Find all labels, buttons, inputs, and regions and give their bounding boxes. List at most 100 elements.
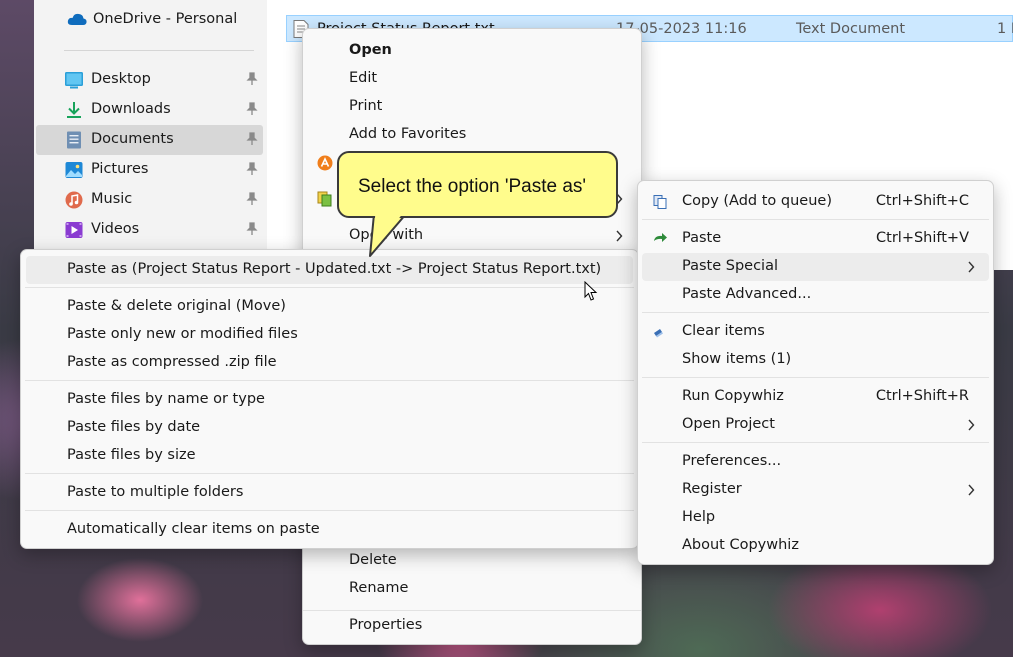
- menu-label: Paste files by size: [67, 447, 196, 463]
- pin-icon[interactable]: [245, 72, 259, 86]
- menu-item-auto-clear[interactable]: Automatically clear items on paste: [26, 516, 633, 544]
- menu-item-paste-zip[interactable]: Paste as compressed .zip file: [26, 349, 633, 377]
- menu-item-paste-special[interactable]: Paste Special: [642, 253, 989, 281]
- menu-label: Open: [349, 42, 392, 58]
- navigation-pane: OneDrive - Personal Desktop Downloads Do…: [34, 0, 267, 270]
- shortcut-label: Ctrl+Shift+V: [876, 230, 969, 246]
- pin-icon[interactable]: [245, 192, 259, 206]
- menu-item-edit[interactable]: Edit: [307, 65, 637, 93]
- nav-label: Desktop: [91, 71, 151, 87]
- nav-item-videos[interactable]: Videos: [36, 215, 263, 245]
- pin-icon[interactable]: [245, 222, 259, 236]
- menu-label: Paste only new or modified files: [67, 326, 298, 342]
- nav-label: OneDrive - Personal: [93, 11, 238, 27]
- menu-item-about[interactable]: About Copywhiz: [642, 532, 989, 560]
- menu-separator: [25, 473, 634, 474]
- menu-label: Preferences...: [682, 453, 782, 469]
- nav-item-documents[interactable]: Documents: [36, 125, 263, 155]
- menu-item-paste[interactable]: Paste Ctrl+Shift+V: [642, 225, 989, 253]
- menu-label: Paste to multiple folders: [67, 484, 244, 500]
- menu-item-show-items[interactable]: Show items (1): [642, 346, 989, 374]
- menu-item-paste-advanced[interactable]: Paste Advanced...: [642, 281, 989, 309]
- chevron-right-icon: [968, 419, 975, 431]
- menu-label: Help: [682, 509, 716, 525]
- menu-item-paste-by-size[interactable]: Paste files by size: [26, 442, 633, 470]
- menu-item-help[interactable]: Help: [642, 504, 989, 532]
- menu-label: Paste as compressed .zip file: [67, 354, 277, 370]
- menu-item-paste-delete-original[interactable]: Paste & delete original (Move): [26, 293, 633, 321]
- copy-icon: [653, 195, 667, 209]
- videos-icon: [65, 222, 83, 238]
- paste-arrow-icon: [654, 233, 667, 242]
- menu-item-run-copywhiz[interactable]: Run Copywhiz Ctrl+Shift+R: [642, 383, 989, 411]
- menu-label: Delete: [349, 552, 397, 568]
- copywhiz-icon: [317, 191, 332, 207]
- menu-label: Show items (1): [682, 351, 792, 367]
- menu-item-add-to-favorites[interactable]: Add to Favorites: [307, 121, 637, 149]
- chevron-right-icon: [968, 484, 975, 496]
- menu-label: About Copywhiz: [682, 537, 799, 553]
- menu-item-open-project[interactable]: Open Project: [642, 411, 989, 439]
- menu-separator: [25, 510, 634, 511]
- pin-icon[interactable]: [245, 162, 259, 176]
- menu-label: Paste: [682, 230, 722, 246]
- file-type: Text Document: [796, 21, 906, 37]
- menu-item-properties[interactable]: Properties: [307, 612, 637, 640]
- menu-label: Add to Favorites: [349, 126, 467, 142]
- menu-item-register[interactable]: Register: [642, 476, 989, 504]
- menu-item-paste-by-date[interactable]: Paste files by date: [26, 414, 633, 442]
- menu-item-paste-by-name[interactable]: Paste files by name or type: [26, 386, 633, 414]
- menu-separator: [25, 380, 634, 381]
- nav-item-downloads[interactable]: Downloads: [36, 95, 263, 125]
- menu-separator: [642, 219, 989, 220]
- menu-separator: [303, 610, 641, 611]
- nav-item-pictures[interactable]: Pictures: [36, 155, 263, 185]
- nav-item-music[interactable]: Music: [36, 185, 263, 215]
- copywhiz-submenu: Copy (Add to queue) Ctrl+Shift+C Paste C…: [637, 180, 994, 565]
- menu-item-open-with[interactable]: Open with: [307, 222, 637, 250]
- menu-item-open[interactable]: Open: [307, 37, 637, 65]
- documents-icon: [67, 131, 81, 149]
- pin-icon[interactable]: [245, 102, 259, 116]
- music-icon: [65, 191, 83, 209]
- menu-item-paste-as[interactable]: Paste as (Project Status Report - Update…: [26, 256, 633, 284]
- tutorial-callout: Select the option 'Paste as': [337, 151, 618, 218]
- menu-label: Edit: [349, 70, 378, 86]
- menu-item-delete[interactable]: Delete: [307, 547, 637, 575]
- menu-label: Copy (Add to queue): [682, 193, 832, 209]
- nav-item-desktop[interactable]: Desktop: [36, 65, 263, 95]
- menu-label: Automatically clear items on paste: [67, 521, 320, 537]
- orange-app-icon: [317, 155, 333, 171]
- mouse-cursor-icon: [584, 281, 598, 301]
- shortcut-label: Ctrl+Shift+C: [875, 193, 969, 209]
- downloads-icon: [67, 102, 81, 118]
- menu-label: Paste Advanced...: [682, 286, 812, 302]
- menu-label: Paste files by date: [67, 419, 201, 435]
- menu-item-clear-items[interactable]: Clear items: [642, 318, 989, 346]
- nav-label: Pictures: [91, 161, 149, 177]
- callout-pointer: [368, 214, 412, 257]
- menu-label: Properties: [349, 617, 423, 633]
- menu-separator: [642, 377, 989, 378]
- shortcut-label: Ctrl+Shift+R: [875, 388, 969, 404]
- nav-item-onedrive[interactable]: OneDrive - Personal: [36, 5, 263, 35]
- menu-item-preferences[interactable]: Preferences...: [642, 448, 989, 476]
- callout-text: Select the option 'Paste as': [358, 176, 587, 197]
- menu-item-rename[interactable]: Rename: [307, 575, 637, 603]
- eraser-icon: [654, 329, 663, 338]
- chevron-right-icon: [968, 261, 975, 273]
- menu-separator: [25, 287, 634, 288]
- file-size: 1 I: [997, 21, 1013, 37]
- menu-item-copy-add-queue[interactable]: Copy (Add to queue) Ctrl+Shift+C: [642, 188, 989, 216]
- desktop-icon: [65, 72, 83, 89]
- menu-item-paste-multiple-folders[interactable]: Paste to multiple folders: [26, 479, 633, 507]
- nav-label: Videos: [91, 221, 140, 237]
- pin-icon[interactable]: [245, 132, 259, 146]
- menu-separator: [642, 312, 989, 313]
- paste-special-submenu: Paste as (Project Status Report - Update…: [20, 249, 639, 549]
- menu-label: Paste & delete original (Move): [67, 298, 286, 314]
- menu-label: Register: [682, 481, 742, 497]
- menu-item-print[interactable]: Print: [307, 93, 637, 121]
- menu-item-paste-new-modified[interactable]: Paste only new or modified files: [26, 321, 633, 349]
- menu-label: Print: [349, 98, 383, 114]
